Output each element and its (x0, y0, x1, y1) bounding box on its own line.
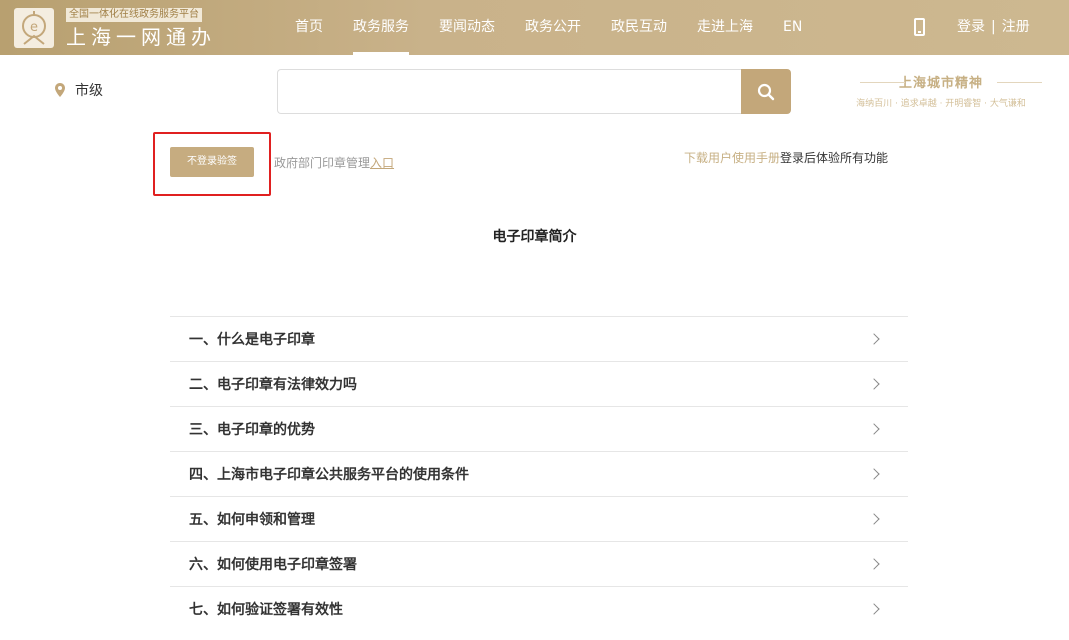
spirit-divider-left (860, 82, 905, 83)
city-spirit-subtitle: 海纳百川 · 追求卓越 · 开明睿智 · 大气谦和 (856, 99, 1026, 109)
svg-text:e: e (30, 20, 38, 35)
faq-item-label: 三、电子印章的优势 (189, 422, 315, 438)
nav-home[interactable]: 首页 (280, 0, 338, 55)
region-selector[interactable]: 市级 (55, 80, 103, 100)
seal-management-link[interactable]: 入口 (370, 156, 394, 170)
faq-item[interactable]: 七、如何验证签署有效性 (170, 587, 908, 632)
city-spirit-banner: 上海城市精神 海纳百川 · 追求卓越 · 开明睿智 · 大气谦和 (816, 72, 1066, 109)
main-nav: 首页 政务服务 要闻动态 政务公开 政民互动 走进上海 EN (280, 0, 817, 55)
chevron-right-icon (868, 333, 880, 345)
nav-english[interactable]: EN (768, 0, 817, 55)
faq-item-label: 五、如何申领和管理 (189, 512, 315, 528)
logo-emblem-icon[interactable]: e (14, 8, 54, 48)
verify-without-login-button[interactable]: 不登录验签 (170, 147, 254, 177)
nav-news[interactable]: 要闻动态 (424, 0, 510, 55)
manual-row: 下载用户使用手册登录后体验所有功能 (684, 149, 888, 166)
nav-interaction[interactable]: 政民互动 (596, 0, 682, 55)
location-pin-icon (55, 83, 65, 97)
logo-subtitle: 全国一体化在线政务服务平台 (66, 8, 202, 22)
section-title: 电子印章简介 (492, 229, 577, 245)
faq-list: 一、什么是电子印章 二、电子印章有法律效力吗 三、电子印章的优势 四、上海市电子… (170, 316, 908, 632)
faq-item[interactable]: 一、什么是电子印章 (170, 317, 908, 362)
nav-about-shanghai[interactable]: 走进上海 (682, 0, 768, 55)
faq-item-label: 四、上海市电子印章公共服务平台的使用条件 (189, 467, 469, 483)
chevron-right-icon (868, 423, 880, 435)
seal-management-entry: 政府部门印章管理入口 (274, 154, 394, 171)
chevron-right-icon (868, 603, 880, 615)
faq-item-label: 七、如何验证签署有效性 (189, 602, 343, 618)
faq-item[interactable]: 三、电子印章的优势 (170, 407, 908, 452)
auth-separator: | (991, 19, 996, 35)
search-icon (757, 83, 775, 100)
seal-management-text: 政府部门印章管理 (274, 156, 371, 170)
faq-item-label: 二、电子印章有法律效力吗 (189, 377, 357, 393)
download-manual-link[interactable]: 下载用户使用手册 (684, 151, 780, 165)
search-button[interactable] (741, 69, 791, 114)
logo-title[interactable]: 上海一网通办 (66, 24, 216, 50)
nav-public-affairs[interactable]: 政务公开 (510, 0, 596, 55)
register-link[interactable]: 注册 (1002, 0, 1030, 55)
faq-item[interactable]: 四、上海市电子印章公共服务平台的使用条件 (170, 452, 908, 497)
mobile-phone-icon[interactable] (914, 18, 925, 36)
login-tip-link[interactable]: 登录后体验所有功能 (780, 151, 888, 165)
chevron-right-icon (868, 558, 880, 570)
region-label: 市级 (75, 83, 103, 99)
chevron-right-icon (868, 468, 880, 480)
nav-government-services[interactable]: 政务服务 (338, 0, 424, 55)
faq-item[interactable]: 五、如何申领和管理 (170, 497, 908, 542)
faq-item[interactable]: 二、电子印章有法律效力吗 (170, 362, 908, 407)
search-input[interactable] (277, 69, 741, 114)
faq-item-label: 一、什么是电子印章 (189, 332, 315, 348)
faq-item-label: 六、如何使用电子印章签署 (189, 557, 357, 573)
chevron-right-icon (868, 378, 880, 390)
chevron-right-icon (868, 513, 880, 525)
login-link[interactable]: 登录 (957, 0, 985, 55)
faq-item[interactable]: 六、如何使用电子印章签署 (170, 542, 908, 587)
spirit-divider-right (997, 82, 1042, 83)
top-navigation-bar: e 全国一体化在线政务服务平台 上海一网通办 首页 政务服务 要闻动态 政务公开… (0, 0, 1069, 55)
auth-links: 登录 | 注册 (957, 0, 1030, 55)
